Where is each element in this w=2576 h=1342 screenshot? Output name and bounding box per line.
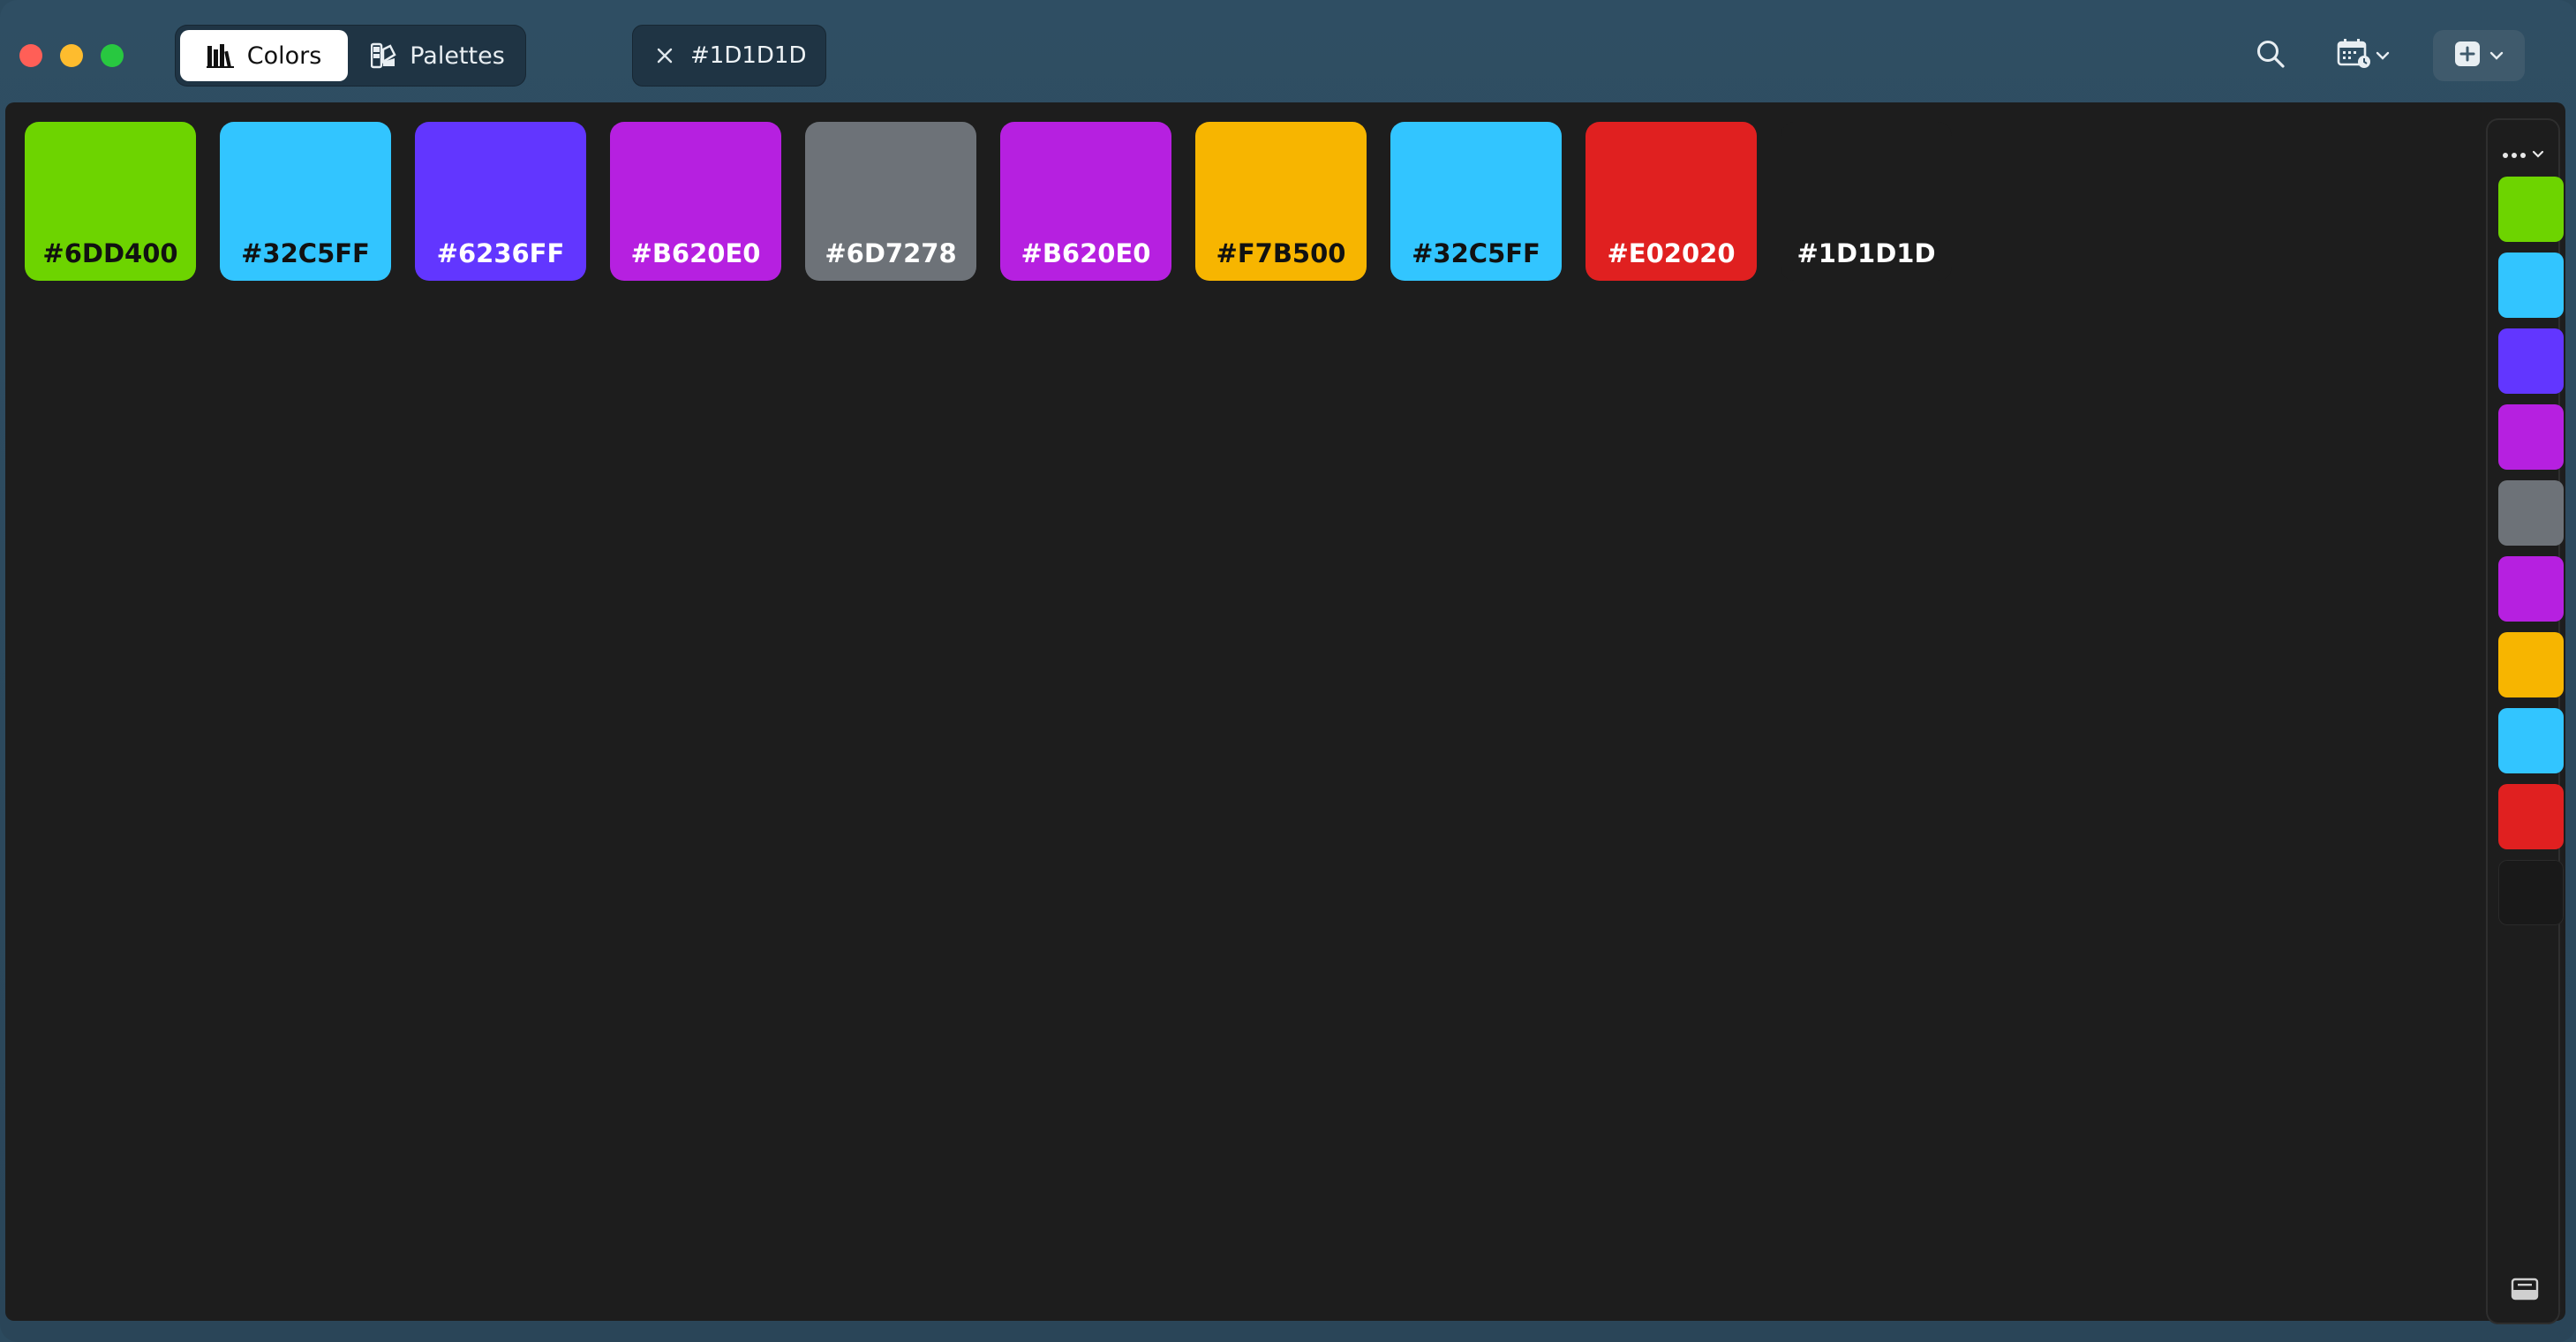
color-swatch-label: #E02020 bbox=[1607, 238, 1736, 268]
color-swatch-label: #B620E0 bbox=[630, 238, 761, 268]
calendar-menu-button[interactable] bbox=[2331, 30, 2396, 81]
maximize-window-button[interactable] bbox=[101, 44, 124, 67]
color-swatch[interactable]: #6236FF bbox=[415, 122, 586, 281]
color-swatch[interactable]: #1D1D1D bbox=[1781, 122, 1952, 281]
sidebar-color-swatch[interactable] bbox=[2498, 328, 2564, 394]
open-tab-label: #1D1D1D bbox=[690, 42, 807, 69]
view-segmented-control: Colors Palettes bbox=[175, 25, 526, 87]
search-icon bbox=[2256, 39, 2286, 72]
sidebar-color-swatch[interactable] bbox=[2498, 556, 2564, 622]
chevron-down-icon bbox=[2532, 146, 2544, 162]
open-color-tab[interactable]: #1D1D1D bbox=[632, 25, 826, 87]
color-swatch-label: #32C5FF bbox=[241, 238, 370, 268]
color-swatch[interactable]: #B620E0 bbox=[610, 122, 781, 281]
title-bar: Colors Palettes #1D1D1D bbox=[0, 0, 2576, 104]
color-swatch[interactable]: #E02020 bbox=[1586, 122, 1757, 281]
color-swatch[interactable]: #6D7278 bbox=[805, 122, 976, 281]
color-swatch[interactable]: #6DD400 bbox=[25, 122, 196, 281]
colors-grid-area: #6DD400 #32C5FF #6236FF #B620E0 #6D7278 #B620… bbox=[5, 102, 2565, 1321]
color-swatch[interactable]: #B620E0 bbox=[1000, 122, 1171, 281]
calendar-icon bbox=[2337, 38, 2372, 73]
books-icon bbox=[206, 43, 235, 68]
sidebar-color-swatch[interactable] bbox=[2498, 784, 2564, 849]
color-swatch[interactable]: #32C5FF bbox=[1390, 122, 1562, 281]
color-swatch-label: #B620E0 bbox=[1021, 238, 1151, 268]
color-swatch-label: #6D7278 bbox=[825, 238, 957, 268]
close-icon[interactable] bbox=[652, 42, 678, 69]
sidebar-toggle-button[interactable] bbox=[2507, 1273, 2542, 1308]
colors-segment-label: Colors bbox=[246, 41, 322, 70]
add-menu-button[interactable] bbox=[2433, 30, 2525, 81]
add-icon bbox=[2454, 41, 2481, 71]
sidebar-color-swatch[interactable] bbox=[2498, 404, 2564, 470]
color-swatch[interactable]: #F7B500 bbox=[1195, 122, 1367, 281]
drawer-icon bbox=[2511, 1278, 2539, 1304]
color-swatch-label: #F7B500 bbox=[1216, 238, 1346, 268]
color-swatch-label: #32C5FF bbox=[1412, 238, 1540, 268]
sidebar-color-swatch[interactable] bbox=[2498, 632, 2564, 697]
sidebar-options-button[interactable] bbox=[2486, 134, 2560, 173]
chevron-down-icon bbox=[2376, 48, 2390, 64]
close-window-button[interactable] bbox=[19, 44, 42, 67]
color-strip-sidebar bbox=[2486, 118, 2564, 1324]
color-swatch-label: #6DD400 bbox=[42, 238, 178, 268]
color-swatch-label: #1D1D1D bbox=[1796, 238, 1936, 268]
search-button[interactable] bbox=[2249, 30, 2292, 81]
ellipsis-icon bbox=[2502, 146, 2527, 162]
sidebar-color-swatch[interactable] bbox=[2498, 253, 2564, 318]
palettes-segment-button[interactable]: Palettes bbox=[355, 30, 521, 81]
sidebar-color-swatch[interactable] bbox=[2498, 177, 2564, 242]
color-swatch-label: #6236FF bbox=[436, 238, 565, 268]
chevron-down-icon bbox=[2489, 48, 2504, 64]
minimize-window-button[interactable] bbox=[60, 44, 83, 67]
sidebar-color-swatch[interactable] bbox=[2498, 480, 2564, 546]
sidebar-color-swatch[interactable] bbox=[2498, 860, 2564, 925]
palettes-segment-label: Palettes bbox=[410, 41, 505, 70]
sidebar-color-swatch[interactable] bbox=[2498, 708, 2564, 773]
app-window: Colors Palettes #1D1D1D #6DD400 #32C5FF … bbox=[0, 0, 2576, 1342]
colors-segment-button[interactable]: Colors bbox=[180, 30, 348, 81]
color-swatch[interactable]: #32C5FF bbox=[220, 122, 391, 281]
palettes-icon bbox=[371, 42, 397, 69]
